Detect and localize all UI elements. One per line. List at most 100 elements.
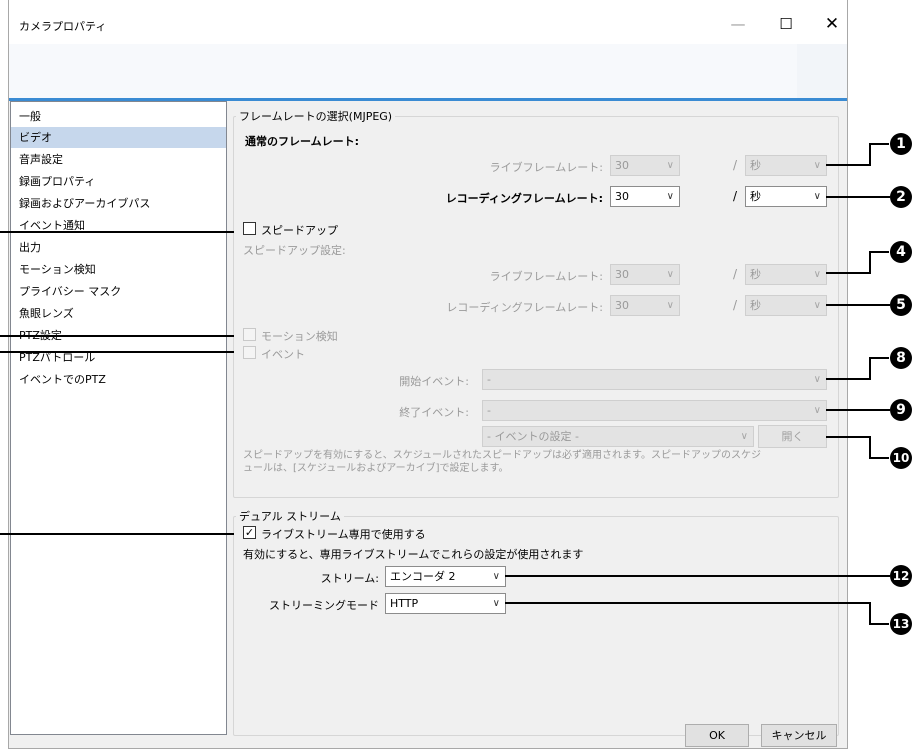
callout-line-13v	[869, 602, 871, 625]
sidebar-item-recording-properties[interactable]: 録画プロパティ	[11, 171, 226, 192]
live-stream-only-checkbox[interactable]: ✓	[243, 526, 256, 539]
callout-badge-5: 5	[890, 294, 912, 316]
sidebar-item-video[interactable]: ビデオ	[11, 127, 226, 148]
motion-detection-checkbox[interactable]	[243, 328, 256, 341]
sidebar-item-recording-archive-path[interactable]: 録画およびアーカイブパス	[11, 193, 226, 214]
live-stream-only-label: ライブストリーム専用で使用する	[261, 528, 426, 541]
speedup-recording-framerate-value: 30	[615, 299, 629, 312]
callout-line-8h	[869, 357, 889, 359]
speedup-recording-framerate-dropdown[interactable]: 30 ∨	[610, 295, 680, 316]
live-framerate-value: 30	[615, 159, 629, 172]
callout-line-4h	[869, 251, 889, 253]
camera-properties-window: カメラプロパティ — ☐ ✕ 一般 ビデオ 音声設定 録画プロパティ 録画および…	[8, 0, 848, 749]
sidebar-item-ptz-on-event[interactable]: イベントでのPTZ	[11, 369, 226, 390]
start-event-value: -	[487, 373, 491, 386]
callout-line-2	[826, 196, 890, 198]
stream-dropdown[interactable]: エンコーダ 2 ∨	[385, 566, 506, 587]
recording-framerate-unit: 秒	[750, 190, 761, 203]
event-settings-dropdown[interactable]: - イベントの設定 - ∨	[482, 426, 754, 447]
chevron-down-icon: ∨	[813, 191, 821, 202]
recording-framerate-label: レコーディングフレームレート:	[445, 192, 603, 205]
ok-button[interactable]: OK	[685, 724, 749, 747]
speedup-live-framerate-value: 30	[615, 268, 629, 281]
callout-line-1v	[869, 143, 871, 166]
callout-line-9	[826, 409, 890, 411]
callout-badge-8: 8	[890, 347, 912, 369]
live-framerate-dropdown[interactable]: 30 ∨	[610, 155, 680, 176]
live-framerate-unit-dropdown[interactable]: 秒 ∨	[745, 155, 827, 176]
slash-separator: /	[733, 298, 738, 312]
dual-stream-group-label: デュアル ストリーム	[236, 508, 344, 524]
callout-line-speedup	[0, 231, 234, 233]
event-label: イベント	[261, 348, 305, 361]
chevron-down-icon: ∨	[666, 300, 674, 311]
callout-badge-10: 10	[890, 447, 912, 469]
chevron-down-icon: ∨	[813, 160, 821, 171]
end-event-dropdown[interactable]: - ∨	[482, 400, 827, 421]
callout-line-8	[826, 378, 870, 380]
start-event-dropdown[interactable]: - ∨	[482, 369, 827, 390]
slash-separator: /	[733, 189, 738, 203]
recording-framerate-value: 30	[615, 190, 629, 203]
chevron-down-icon: ∨	[740, 431, 748, 442]
chevron-down-icon: ∨	[666, 160, 674, 171]
speedup-live-framerate-unit: 秒	[750, 268, 761, 281]
chevron-down-icon: ∨	[666, 191, 674, 202]
recording-framerate-dropdown[interactable]: 30 ∨	[610, 186, 680, 207]
minimize-button[interactable]: —	[723, 12, 753, 36]
sidebar-item-motion-detection[interactable]: モーション検知	[11, 259, 226, 280]
sidebar-item-audio[interactable]: 音声設定	[11, 149, 226, 170]
motion-detection-label: モーション検知	[261, 330, 338, 343]
callout-line-12	[505, 575, 890, 577]
speedup-recording-framerate-unit-dropdown[interactable]: 秒 ∨	[745, 295, 827, 316]
maximize-button[interactable]: ☐	[771, 12, 801, 36]
window-title: カメラプロパティ	[19, 20, 107, 33]
callout-line-live-stream	[0, 533, 234, 535]
callout-badge-4: 4	[890, 241, 912, 263]
speedup-live-framerate-dropdown[interactable]: 30 ∨	[610, 264, 680, 285]
callout-line-5	[826, 304, 890, 306]
speedup-live-framerate-label: ライブフレームレート:	[489, 270, 603, 283]
cancel-button[interactable]: キャンセル	[761, 724, 837, 747]
callout-line-1	[826, 164, 870, 166]
speedup-label: スピードアップ	[261, 224, 338, 237]
open-button[interactable]: 開く	[758, 425, 827, 448]
slash-separator: /	[733, 158, 738, 172]
normal-framerate-label: 通常のフレームレート:	[245, 135, 360, 148]
live-framerate-label: ライブフレームレート:	[489, 161, 603, 174]
stream-value: エンコーダ 2	[390, 570, 456, 583]
callout-badge-12: 12	[890, 565, 912, 587]
header-banner	[9, 44, 847, 98]
start-event-label: 開始イベント:	[399, 375, 469, 388]
slash-separator: /	[733, 267, 738, 281]
chevron-down-icon: ∨	[813, 405, 821, 416]
sidebar-item-fisheye[interactable]: 魚眼レンズ	[11, 303, 226, 324]
sidebar-item-privacy-mask[interactable]: プライバシー マスク	[11, 281, 226, 302]
speedup-settings-label: スピードアップ設定:	[243, 244, 346, 257]
chevron-down-icon: ∨	[492, 598, 500, 609]
callout-line-10h	[869, 457, 889, 459]
stream-label: ストリーム:	[320, 572, 379, 585]
speedup-note-line2: ュールは、[スケジュールおよびアーカイブ]で設定します。	[243, 463, 509, 474]
speedup-live-framerate-unit-dropdown[interactable]: 秒 ∨	[745, 264, 827, 285]
chevron-down-icon: ∨	[813, 374, 821, 385]
close-button[interactable]: ✕	[817, 12, 847, 36]
callout-badge-13: 13	[890, 613, 912, 635]
callout-line-10v	[869, 436, 871, 459]
chevron-down-icon: ∨	[813, 300, 821, 311]
event-checkbox[interactable]	[243, 346, 256, 359]
callout-line-13h	[869, 623, 889, 625]
streaming-mode-dropdown[interactable]: HTTP ∨	[385, 593, 506, 614]
callout-line-event	[0, 351, 234, 353]
callout-line-4	[826, 272, 870, 274]
callout-line-10	[826, 436, 870, 438]
callout-badge-1: 1	[890, 133, 912, 155]
chevron-down-icon: ∨	[813, 269, 821, 280]
sidebar-item-general[interactable]: 一般	[11, 106, 226, 127]
callout-line-13	[505, 602, 870, 604]
sidebar-item-output[interactable]: 出力	[11, 237, 226, 258]
speedup-recording-framerate-unit: 秒	[750, 299, 761, 312]
streaming-mode-label: ストリーミングモード	[269, 599, 379, 612]
recording-framerate-unit-dropdown[interactable]: 秒 ∨	[745, 186, 827, 207]
speedup-checkbox[interactable]	[243, 222, 256, 235]
